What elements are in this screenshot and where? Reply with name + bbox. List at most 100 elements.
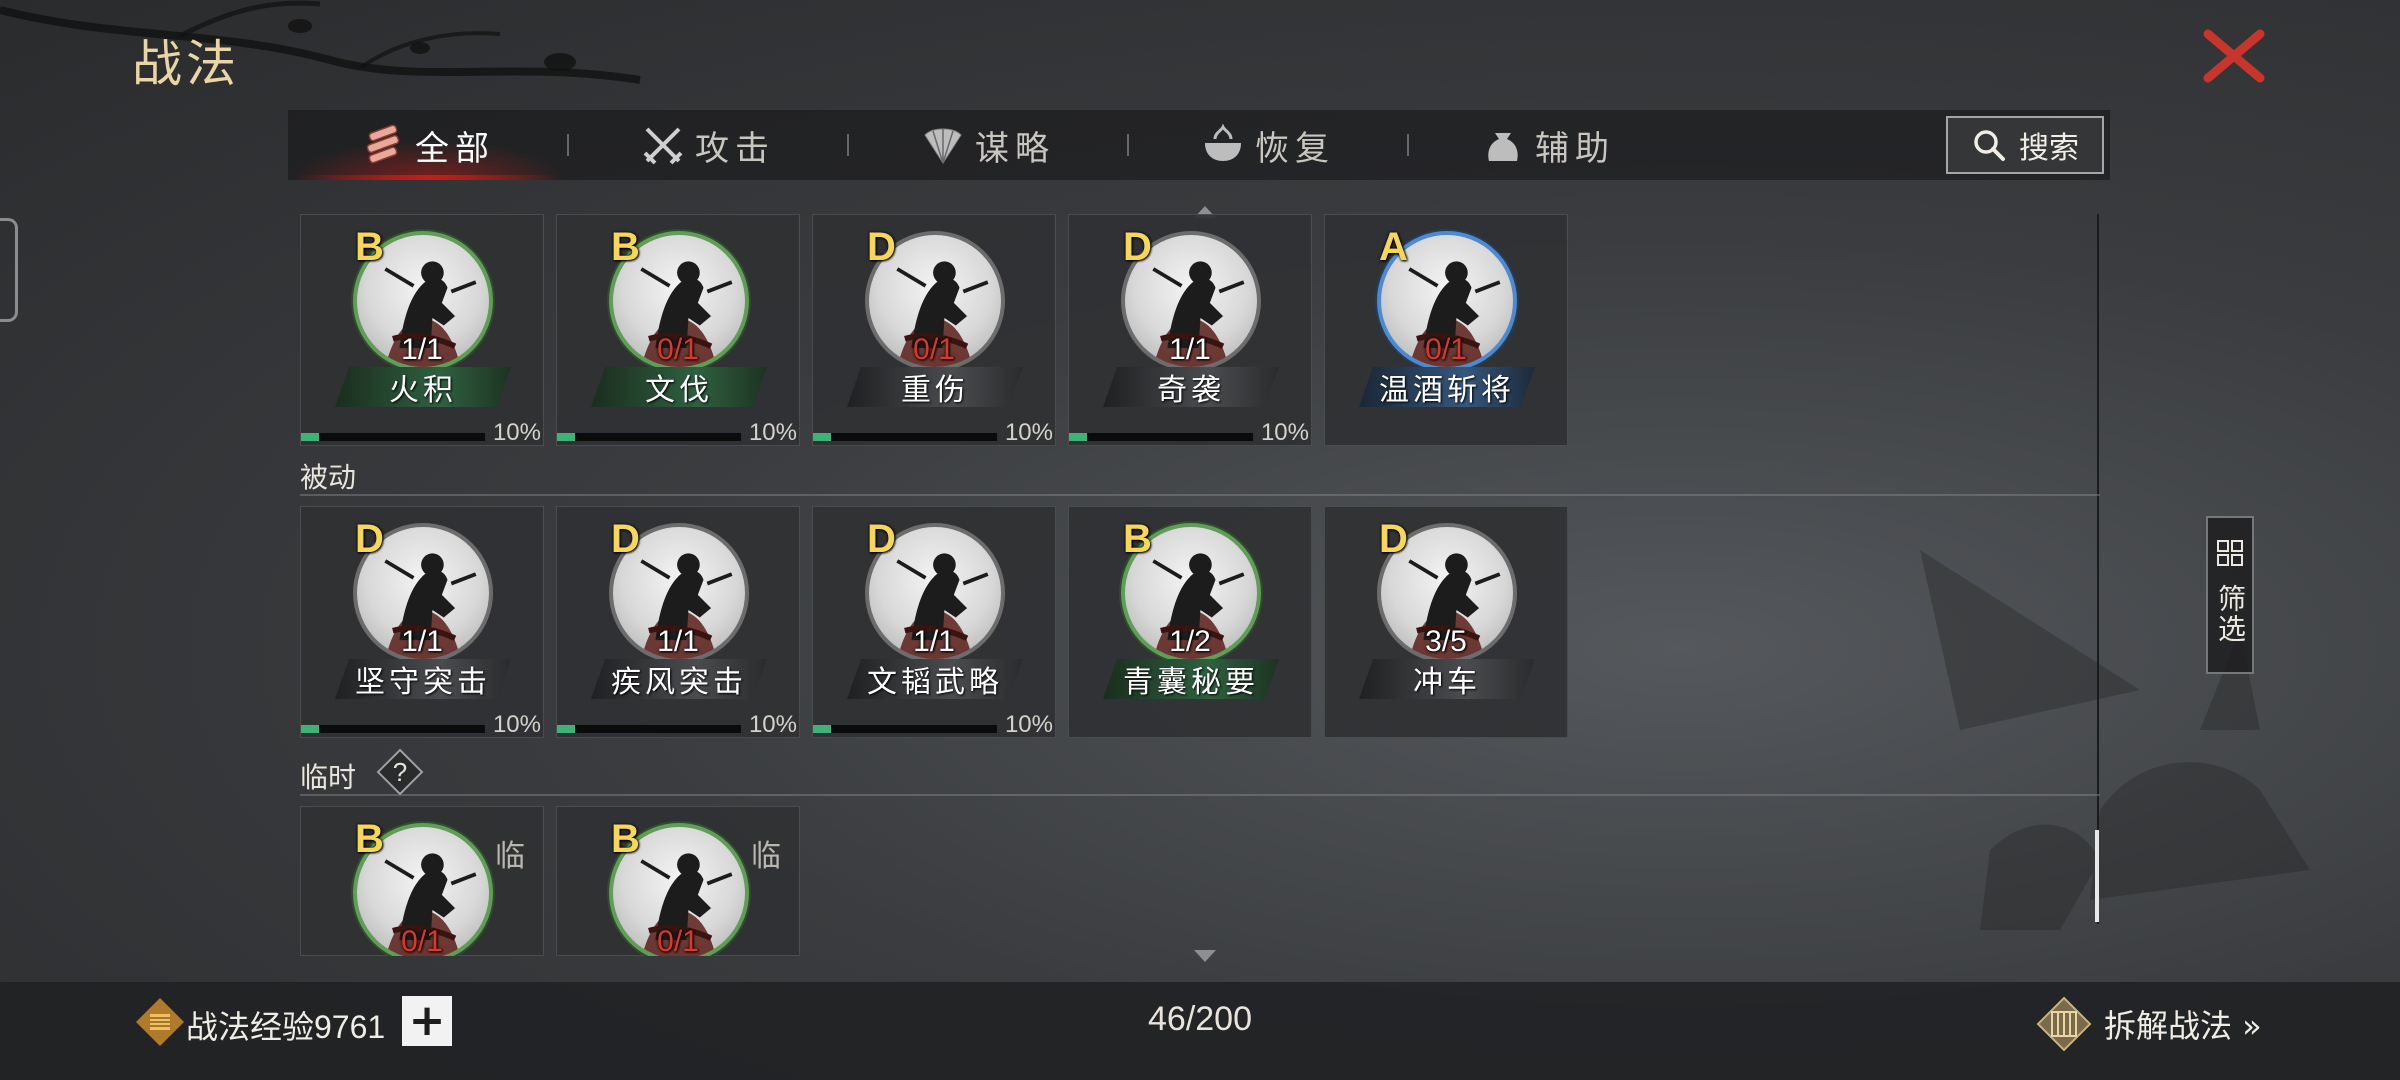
skill-count: 3/5 [1425,625,1467,658]
skill-count: 0/1 [1425,333,1467,366]
skill-card[interactable]: D 0/1 重伤 10% [812,214,1056,446]
tab-support[interactable]: 辅助 [1408,110,1688,180]
skill-card[interactable]: B 0/1 临 [300,806,544,956]
temporary-mark: 临 [751,839,781,874]
skill-progress-fill [557,433,576,441]
skill-grade: B [611,225,640,269]
skill-card[interactable]: D 1/1 疾风突击 10% [556,506,800,738]
skill-progress-fill [301,433,320,441]
skill-card[interactable]: B 0/1 文伐 10% [556,214,800,446]
section-divider [300,494,2100,496]
search-button[interactable]: 搜索 [1946,116,2104,174]
category-tab-bar: 全部 攻击 谋略 恢复 辅助 [288,110,2110,180]
skill-name: 火积 [335,367,511,407]
question-icon[interactable]: ? [376,748,424,796]
tab-strategy[interactable]: 谋略 [848,110,1128,180]
skill-card[interactable]: D 1/1 文韬武略 10% [812,506,1056,738]
skill-name: 疾风突击 [591,659,767,699]
skill-progress-fill [301,725,320,733]
skill-grade: B [611,817,640,861]
skill-name: 文伐 [591,367,767,407]
skill-progress-fill [813,433,832,441]
fan-icon [924,128,962,164]
bottom-bar: 战法经验9761 + 46/200 拆解战法 » [0,982,2400,1080]
skill-card[interactable]: D 1/1 奇袭 10% [1068,214,1312,446]
skill-name: 文韬武略 [847,659,1023,699]
skill-count: 1/1 [401,625,443,658]
skill-name: 冲车 [1359,659,1535,699]
tab-all[interactable]: 全部 [288,110,568,180]
skill-count: 0/1 [657,333,699,366]
skill-progress-percent: 10% [492,711,541,738]
skill-grade: D [611,517,640,561]
scroll-bundle-icon [366,124,400,164]
skill-progress-percent: 10% [748,419,797,446]
skill-name: 重伤 [847,367,1023,407]
filter-label: 筛选 [2214,584,2247,644]
skill-grade: D [1123,225,1152,269]
tab-attack[interactable]: 攻击 [568,110,848,180]
skill-count: 1/1 [913,625,955,658]
skill-grade: A [1379,225,1408,269]
skill-count: 1/1 [1169,333,1211,366]
skill-grade: B [1123,517,1152,561]
skill-grade: B [355,817,384,861]
skill-grade: B [355,225,384,269]
skill-progress-percent: 10% [1004,711,1053,738]
skill-count: 1/1 [401,333,443,366]
skill-card[interactable]: D 1/1 坚守突击 10% [300,506,544,738]
medicine-bowl-icon [1205,123,1241,161]
dismantle-icon [2036,996,2092,1052]
skill-name: 奇袭 [1103,367,1279,407]
skill-progress-bar [1069,433,1253,441]
dismantle-skills-button[interactable]: 拆解战法 » [2036,994,2262,1054]
skill-progress-percent: 10% [1260,419,1309,446]
skill-progress-bar [301,433,485,441]
skill-card[interactable]: B 0/1 临 [556,806,800,956]
skill-progress-bar [813,433,997,441]
pouch-icon [1488,133,1518,161]
skill-count: 0/1 [913,333,955,366]
skill-count: 1/2 [1169,625,1211,658]
skill-count: 1/1 [657,625,699,658]
skill-card[interactable]: D 3/5 冲车 [1324,506,1568,738]
skill-progress-percent: 10% [748,711,797,738]
crossed-swords-icon [643,127,683,165]
filter-button[interactable]: 筛选 [2206,516,2254,674]
skill-card[interactable]: B 1/2 青囊秘要 [1068,506,1312,738]
skill-count: 0/1 [401,925,443,956]
dismantle-label: 拆解战法 » [2104,1007,2262,1045]
skill-progress-percent: 10% [492,419,541,446]
skill-grade: D [1379,517,1408,561]
close-icon[interactable] [2200,26,2268,86]
skill-progress-bar [813,725,997,733]
skill-list: 被动 临时 ? B 1/1 火积 10% B 0/1 文伐 10% D 0/1 重伤 10% [300,200,2100,956]
left-edge-tab[interactable] [0,218,18,322]
search-icon [1974,130,2005,161]
tab-recovery[interactable]: 恢复 [1128,110,1408,180]
skill-name: 青囊秘要 [1103,659,1279,699]
section-label-temporary: 临时 [300,761,357,794]
skill-progress-bar [557,725,741,733]
grid-icon [2217,540,2243,566]
skill-card[interactable]: B 1/1 火积 10% [300,214,544,446]
skill-card[interactable]: A 0/1 温酒斩将 [1324,214,1568,446]
skill-name: 坚守突击 [335,659,511,699]
skill-grade: D [867,225,896,269]
section-label-passive: 被动 [300,461,357,494]
temporary-mark: 临 [495,839,525,874]
skill-progress-bar [557,433,741,441]
skill-progress-fill [813,725,832,733]
skill-name: 温酒斩将 [1359,367,1535,407]
skill-count: 0/1 [657,925,699,956]
skill-progress-bar [301,725,485,733]
section-divider [300,794,2100,796]
search-label: 搜索 [2019,131,2079,166]
skill-progress-percent: 10% [1004,419,1053,446]
skill-progress-fill [557,725,576,733]
skill-progress-fill [1069,433,1088,441]
page-title: 战法 [132,35,240,93]
skill-grade: D [867,517,896,561]
skill-grade: D [355,517,384,561]
svg-text:?: ? [393,757,407,787]
